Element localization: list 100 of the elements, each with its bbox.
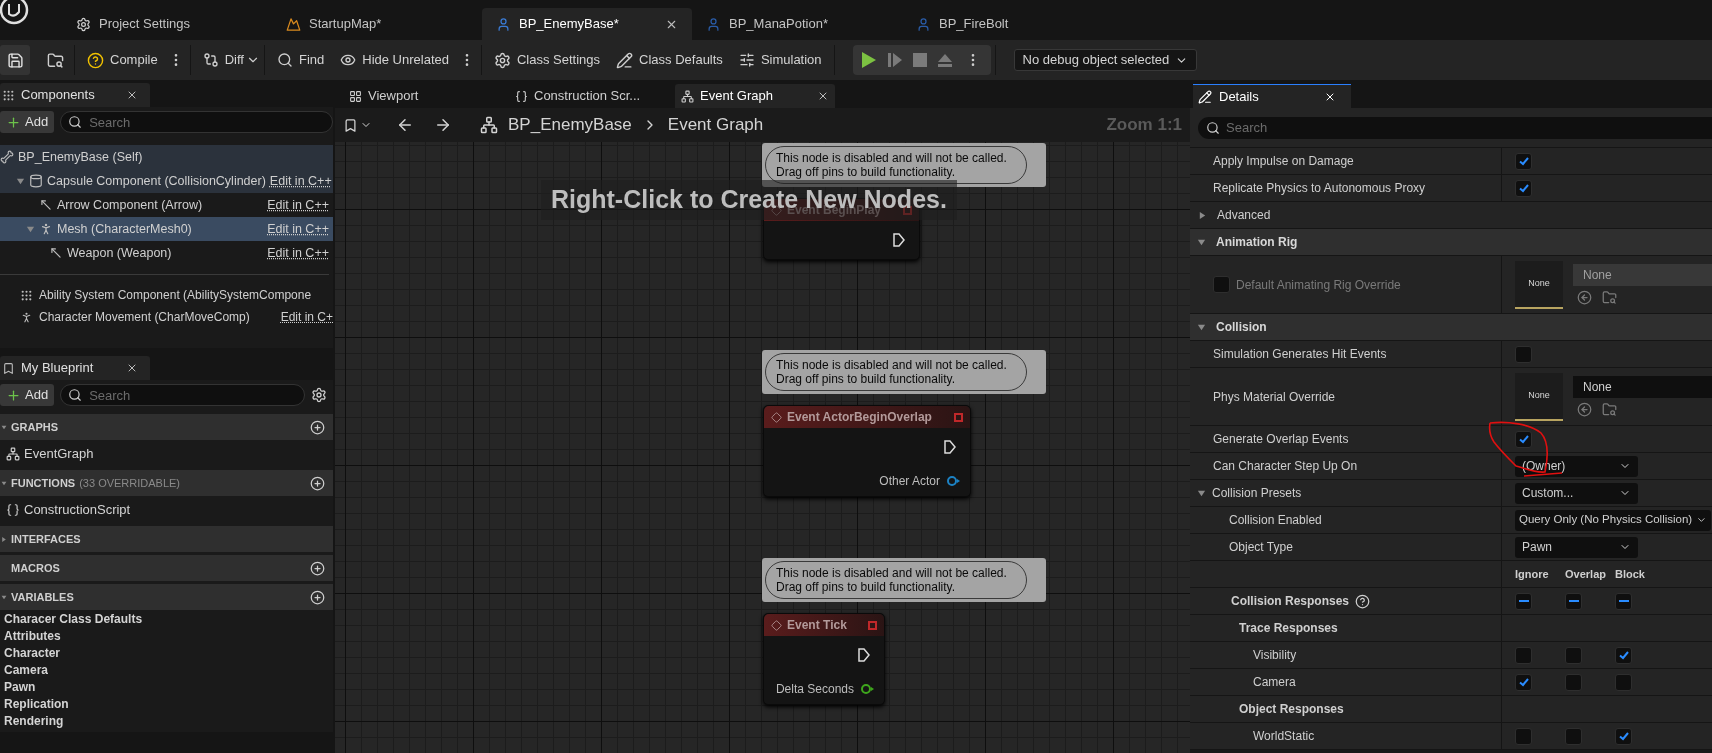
checkbox[interactable] bbox=[1615, 592, 1632, 610]
checkbox[interactable] bbox=[1515, 152, 1532, 170]
checkbox[interactable] bbox=[1515, 727, 1532, 745]
help-icon[interactable] bbox=[1355, 593, 1371, 609]
variable-category[interactable]: Replication bbox=[0, 695, 333, 712]
expander-icon[interactable] bbox=[1197, 237, 1206, 247]
section-header[interactable]: FUNCTIONS (33 OVERRIDABLE) bbox=[0, 470, 333, 496]
variable-category[interactable]: Character bbox=[0, 644, 333, 661]
dropdown[interactable]: Custom... bbox=[1515, 482, 1638, 504]
panel-tab[interactable]: Details bbox=[1193, 84, 1351, 108]
variable-category[interactable]: Characer Class Defaults bbox=[0, 610, 333, 627]
asset-thumbnail[interactable]: None bbox=[1515, 372, 1563, 421]
add-icon[interactable] bbox=[310, 560, 325, 576]
add-button[interactable]: Add bbox=[0, 384, 55, 406]
checkbox[interactable] bbox=[1615, 646, 1632, 664]
expander-icon[interactable] bbox=[1197, 322, 1206, 332]
category-header[interactable]: Collision bbox=[1190, 314, 1712, 341]
category-header[interactable]: Animation Rig bbox=[1190, 229, 1712, 256]
edit-link[interactable]: Edit in C++ bbox=[267, 243, 329, 263]
play-icon[interactable] bbox=[860, 51, 877, 69]
checkbox[interactable] bbox=[1515, 646, 1532, 664]
close-icon[interactable] bbox=[817, 90, 829, 102]
checkbox[interactable] bbox=[1515, 592, 1532, 610]
hide-unrelated-button[interactable]: Hide Unrelated bbox=[332, 45, 457, 75]
checkbox[interactable] bbox=[1615, 727, 1632, 745]
expander-icon[interactable] bbox=[26, 224, 35, 234]
forward-icon[interactable] bbox=[434, 116, 452, 134]
add-icon[interactable] bbox=[310, 419, 325, 435]
dropdown[interactable]: Query Only (No Physics Collision) bbox=[1515, 509, 1711, 531]
component-row[interactable]: BP_EnemyBase (Self) bbox=[0, 145, 333, 169]
expander-icon[interactable] bbox=[1197, 488, 1206, 498]
asset-tab[interactable]: Project Settings bbox=[62, 8, 272, 40]
checkbox[interactable] bbox=[1565, 673, 1582, 691]
asset-tab[interactable]: BP_EnemyBase* bbox=[482, 8, 692, 40]
asset-tab[interactable]: BP_FireBolt bbox=[902, 8, 1112, 40]
breadcrumb-item[interactable]: BP_EnemyBase bbox=[508, 112, 632, 138]
edit-link[interactable]: Edit in C++ bbox=[267, 195, 329, 215]
variable-category[interactable]: Camera bbox=[0, 661, 333, 678]
add-icon[interactable] bbox=[310, 475, 325, 491]
component-row[interactable]: Capsule Component (CollisionCylinder) Edit in C++ bbox=[0, 169, 333, 193]
edit-link[interactable]: Edit in C++ bbox=[269, 171, 332, 191]
browse-icon[interactable] bbox=[1602, 402, 1617, 417]
close-icon[interactable] bbox=[126, 89, 138, 101]
document-tab[interactable]: Viewport bbox=[343, 84, 503, 108]
section-header[interactable]: INTERFACES bbox=[0, 526, 333, 552]
asset-tab[interactable]: StartupMap* bbox=[272, 8, 482, 40]
checkbox[interactable] bbox=[1615, 673, 1632, 691]
document-tab[interactable]: Event Graph bbox=[675, 84, 835, 108]
document-tab[interactable]: Construction Scr... bbox=[509, 84, 669, 108]
component-row[interactable]: Weapon (Weapon) Edit in C++ bbox=[0, 241, 333, 265]
bookmark-icon[interactable] bbox=[343, 117, 358, 133]
variable-category[interactable]: Attributes bbox=[0, 627, 333, 644]
edit-link[interactable]: Edit in C+ bbox=[280, 308, 333, 326]
component-row[interactable]: Arrow Component (Arrow) Edit in C++ bbox=[0, 193, 333, 217]
expander-icon[interactable] bbox=[1, 534, 7, 544]
checkbox[interactable] bbox=[1515, 430, 1532, 448]
diff-button[interactable]: Diff bbox=[194, 45, 252, 75]
class-defaults-button[interactable]: Class Defaults bbox=[608, 45, 731, 75]
settings-icon[interactable] bbox=[311, 387, 327, 403]
checkbox[interactable] bbox=[1515, 179, 1532, 197]
debug-object-dropdown[interactable]: No debug object selected bbox=[1013, 49, 1198, 71]
component-row[interactable]: Ability System Component (AbilitySystemCompone bbox=[0, 284, 333, 306]
save-button[interactable] bbox=[0, 45, 30, 75]
component-row[interactable]: Character Movement (CharMoveComp) Edit in C+ bbox=[0, 306, 333, 328]
add-button[interactable]: Add bbox=[0, 111, 55, 133]
graph-item[interactable]: EventGraph bbox=[0, 440, 333, 467]
checkbox[interactable] bbox=[1515, 673, 1532, 691]
dropdown[interactable]: Pawn bbox=[1515, 536, 1638, 558]
variable-category[interactable]: Pawn bbox=[0, 678, 333, 695]
stop-icon[interactable] bbox=[912, 53, 927, 67]
checkbox[interactable] bbox=[1565, 646, 1582, 664]
variable-category[interactable]: Rendering bbox=[0, 712, 333, 729]
checkbox[interactable] bbox=[1515, 345, 1532, 363]
search-field[interactable]: Search bbox=[1198, 116, 1712, 139]
find-button[interactable]: Find bbox=[268, 45, 333, 75]
search-field[interactable]: Search bbox=[60, 111, 333, 133]
back-icon[interactable] bbox=[396, 116, 414, 134]
panel-tab[interactable]: My Blueprint bbox=[0, 356, 150, 380]
checkbox[interactable] bbox=[1565, 592, 1582, 610]
add-icon[interactable] bbox=[310, 589, 325, 605]
component-row[interactable]: Mesh (CharacterMesh0) Edit in C++ bbox=[0, 217, 333, 241]
checkbox[interactable] bbox=[1565, 727, 1582, 745]
section-header[interactable]: GRAPHS bbox=[0, 414, 333, 440]
section-header[interactable]: VARIABLES bbox=[0, 584, 333, 610]
compile-button[interactable]: Compile bbox=[79, 45, 166, 75]
graph-item[interactable]: ConstructionScript bbox=[0, 496, 333, 523]
asset-picker[interactable]: None bbox=[1573, 376, 1712, 398]
edit-link[interactable]: Edit in C++ bbox=[267, 219, 329, 239]
eject-icon[interactable] bbox=[936, 52, 953, 68]
use-selected-icon[interactable] bbox=[1577, 290, 1592, 305]
panel-tab[interactable]: Components bbox=[0, 83, 150, 107]
expander-icon[interactable] bbox=[1198, 210, 1207, 220]
step-icon[interactable] bbox=[886, 52, 903, 68]
expander-icon[interactable] bbox=[16, 176, 25, 186]
simulation-button[interactable]: Simulation bbox=[730, 45, 830, 75]
asset-tab[interactable]: BP_ManaPotion* bbox=[692, 8, 902, 40]
class-settings-button[interactable]: Class Settings bbox=[485, 45, 609, 75]
search-field[interactable]: Search bbox=[60, 384, 305, 406]
close-icon[interactable] bbox=[126, 362, 138, 374]
breadcrumb-item[interactable]: Event Graph bbox=[667, 112, 764, 138]
